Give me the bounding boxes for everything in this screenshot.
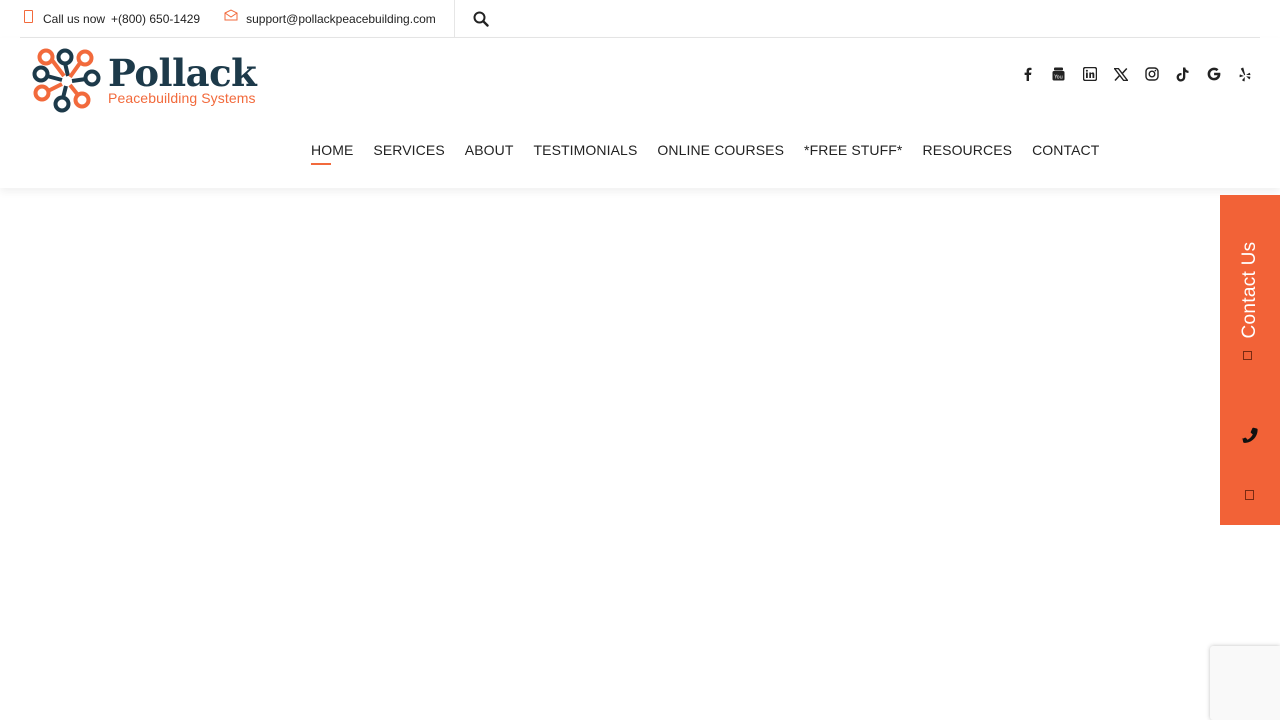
- nav-testimonials[interactable]: TESTIMONIALS: [534, 142, 638, 158]
- side-contact-panel: Contact Us: [1220, 195, 1280, 525]
- logo-mark-icon: [32, 48, 101, 113]
- social-links: You: [1012, 64, 1260, 84]
- svg-text:You: You: [1053, 75, 1063, 81]
- nav-free-stuff[interactable]: *FREE STUFF*: [804, 142, 902, 158]
- recaptcha-badge[interactable]: [1210, 646, 1280, 720]
- side-placeholder-icon[interactable]: [1245, 490, 1254, 500]
- logo[interactable]: Pollack Peacebuilding Systems: [32, 48, 262, 114]
- linkedin-icon[interactable]: [1074, 64, 1105, 84]
- nav-resources[interactable]: RESOURCES: [922, 142, 1012, 158]
- nav-contact[interactable]: CONTACT: [1032, 142, 1099, 158]
- mobile-phone-icon: [24, 10, 33, 23]
- topbar-divider: [453, 0, 455, 37]
- logo-text: Pollack Peacebuilding Systems: [108, 50, 257, 106]
- youtube-icon[interactable]: You: [1043, 64, 1074, 84]
- phone-icon[interactable]: [1238, 423, 1262, 447]
- google-icon[interactable]: [1198, 64, 1229, 84]
- envelope-icon: [224, 9, 238, 24]
- main-nav: HOME SERVICES ABOUT TESTIMONIALS ONLINE …: [311, 142, 1119, 165]
- call-label: Call us now: [43, 11, 106, 26]
- contact-placeholder-icon: [1243, 351, 1252, 360]
- search-icon[interactable]: [473, 11, 489, 27]
- tiktok-icon[interactable]: [1167, 64, 1198, 84]
- x-icon[interactable]: [1105, 64, 1136, 84]
- nav-online-courses[interactable]: ONLINE COURSES: [657, 142, 784, 158]
- nav-about[interactable]: ABOUT: [465, 142, 514, 158]
- yelp-icon[interactable]: [1229, 64, 1260, 84]
- facebook-icon[interactable]: [1012, 64, 1043, 84]
- instagram-icon[interactable]: [1136, 64, 1167, 84]
- top-bar: Call us now +(800) 650-1429 support@poll…: [20, 0, 1260, 38]
- contact-us-label: Contact Us: [1239, 241, 1260, 339]
- topbar-email[interactable]: support@pollackpeacebuilding.com: [224, 9, 436, 26]
- nav-home[interactable]: HOME: [311, 142, 353, 165]
- nav-services[interactable]: SERVICES: [373, 142, 444, 158]
- logo-subtitle: Peacebuilding Systems: [108, 89, 256, 106]
- topbar-phone[interactable]: Call us now +(800) 650-1429: [24, 10, 200, 26]
- contact-us-tab[interactable]: Contact Us: [1220, 195, 1280, 375]
- phone-number[interactable]: +(800) 650-1429: [111, 12, 200, 26]
- site-header: Pollack Peacebuilding Systems You HOME S…: [0, 38, 1280, 188]
- logo-title: Pollack: [108, 50, 257, 95]
- email-link[interactable]: support@pollackpeacebuilding.com: [246, 12, 436, 26]
